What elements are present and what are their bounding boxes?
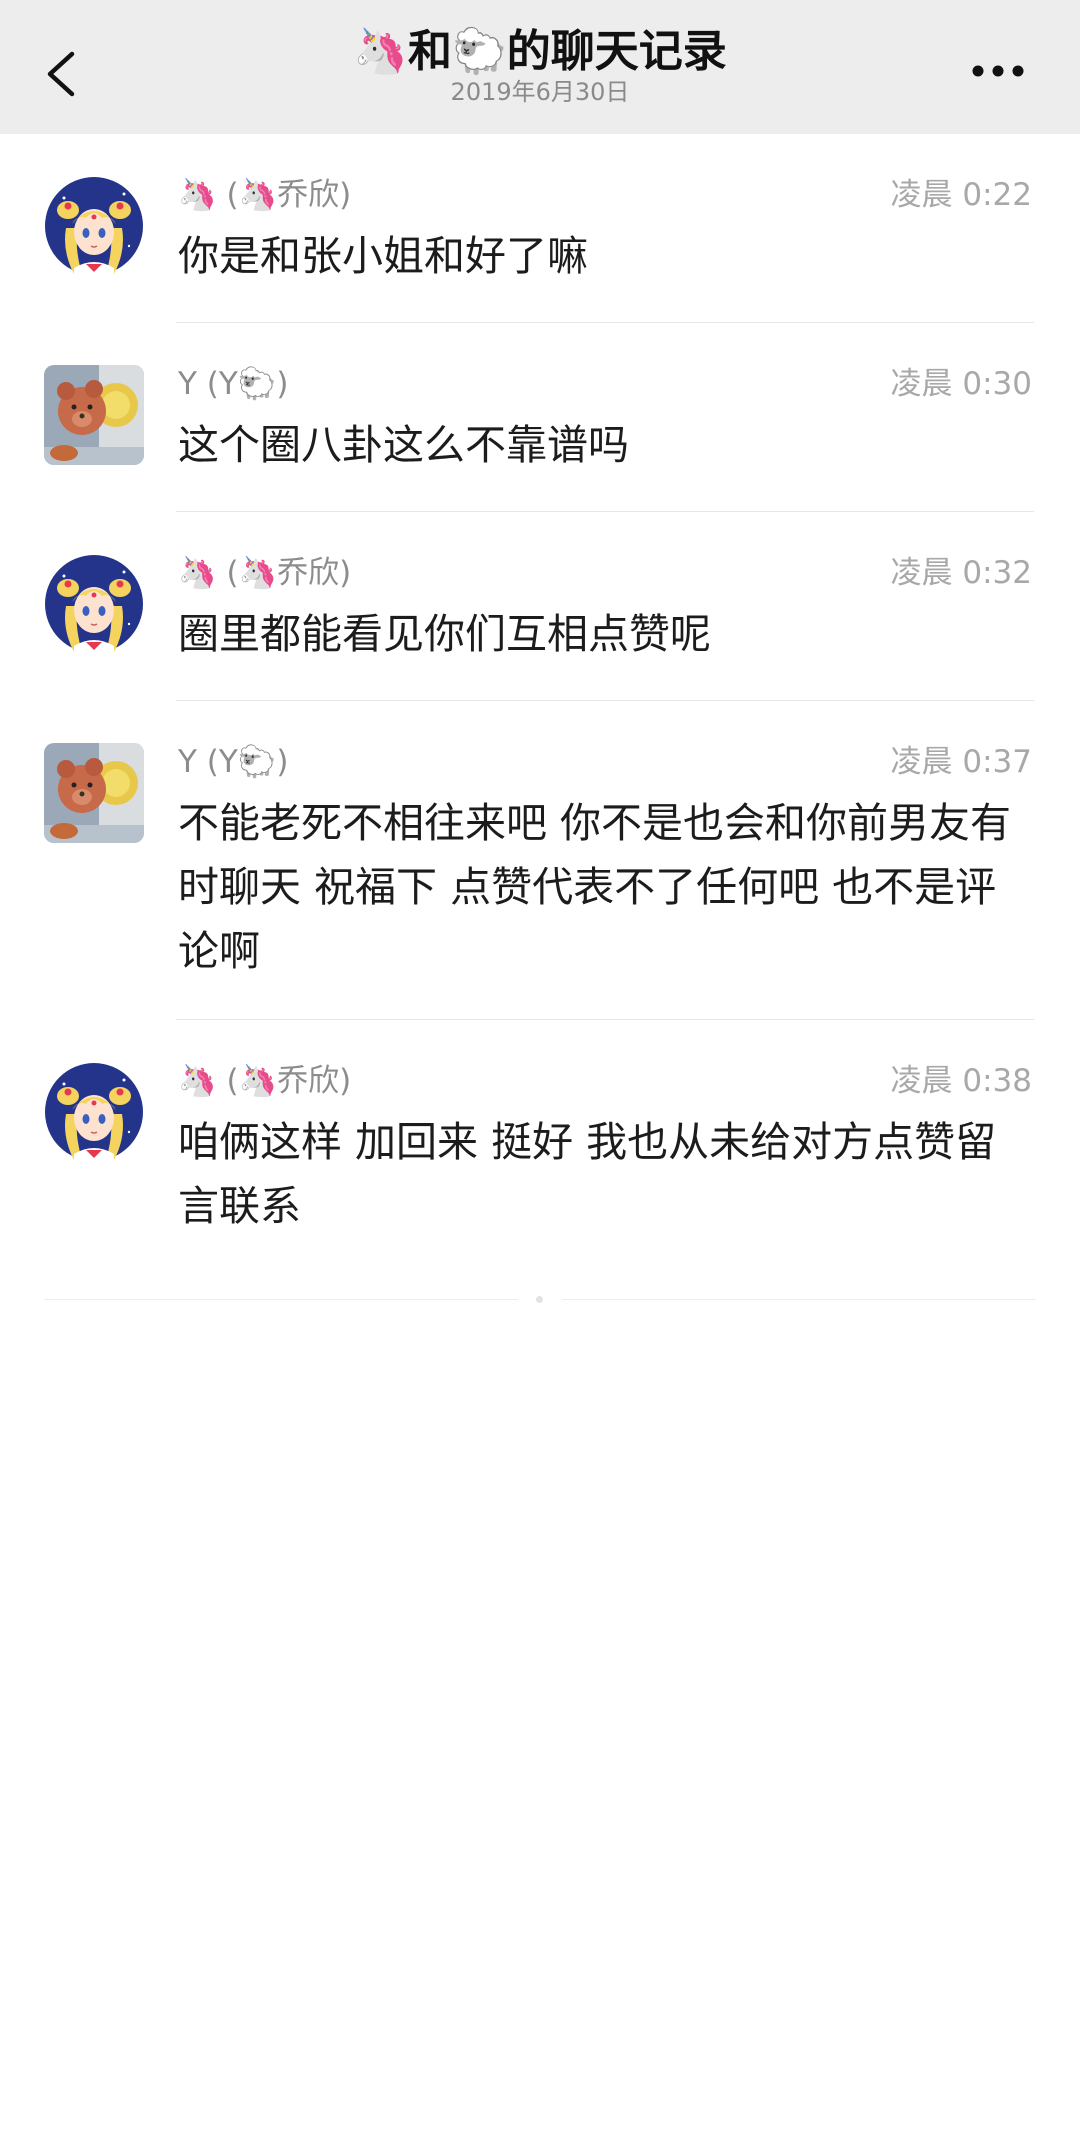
divider-right: [562, 1299, 1036, 1300]
sailor-moon-avatar[interactable]: [44, 554, 144, 654]
message-item[interactable]: Y (Y🐑) 凌晨 0:30 这个圈八卦这么不靠谱吗: [0, 323, 1080, 512]
message-text: 这个圈八卦这么不靠谱吗: [178, 421, 629, 469]
message-text: 咱俩这样 加回来 挺好 我也从未给对方点赞留言联系: [178, 1118, 997, 1230]
sailor-moon-avatar[interactable]: [44, 176, 144, 276]
sender-name: 🦄 (🦄乔欣): [178, 555, 352, 591]
end-of-list-divider: [44, 1296, 1036, 1303]
message-text: 不能老死不相往来吧 你不是也会和你前男友有时聊天 祝福下 点赞代表不了任何吧 也…: [178, 799, 1012, 975]
sender-name: Y (Y🐑): [178, 366, 289, 402]
message-meta: 🦄 (🦄乔欣) 凌晨 0:22: [178, 174, 1032, 216]
message-meta: 🦄 (🦄乔欣) 凌晨 0:38: [178, 1060, 1032, 1102]
sender-name: 🦄 (🦄乔欣): [178, 1063, 352, 1099]
message-time: 凌晨 0:38: [890, 1063, 1032, 1099]
more-dots-icon: [972, 65, 1024, 77]
avatar-image: [44, 1062, 144, 1162]
nav-bar: 🦄和🐑的聊天记录 2019年6月30日: [0, 0, 1080, 134]
avatar-image: [44, 554, 144, 654]
more-button[interactable]: [968, 56, 1028, 86]
divider-dot: [536, 1296, 543, 1303]
page-title: 🦄和🐑的聊天记录: [353, 26, 727, 77]
avatar-image: [44, 365, 144, 465]
message-item[interactable]: Y (Y🐑) 凌晨 0:37 不能老死不相往来吧 你不是也会和你前男友有时聊天 …: [0, 701, 1080, 1020]
message-item[interactable]: 🦄 (🦄乔欣) 凌晨 0:32 圈里都能看见你们互相点赞呢: [0, 512, 1080, 701]
sender-name: 🦄 (🦄乔欣): [178, 177, 352, 213]
back-button[interactable]: [40, 44, 84, 104]
message-time: 凌晨 0:22: [890, 177, 1032, 213]
message-time: 凌晨 0:37: [890, 744, 1032, 780]
avatar-image: [44, 176, 144, 276]
message-time: 凌晨 0:32: [890, 555, 1032, 591]
message-item[interactable]: 🦄 (🦄乔欣) 凌晨 0:38 咱俩这样 加回来 挺好 我也从未给对方点赞留言联…: [0, 1020, 1080, 1280]
chat-history-page: 🦄和🐑的聊天记录 2019年6月30日 🦄 (🦄乔欣) 凌晨 0:22 你是和张…: [0, 0, 1080, 2143]
title-block: 🦄和🐑的聊天记录 2019年6月30日: [240, 22, 840, 108]
sailor-moon-avatar[interactable]: [44, 1062, 144, 1162]
page-date: 2019年6月30日: [450, 78, 630, 106]
message-text: 圈里都能看见你们互相点赞呢: [178, 610, 711, 658]
avatar-image: [44, 743, 144, 843]
bear-photo-avatar[interactable]: [44, 365, 144, 465]
message-list: 🦄 (🦄乔欣) 凌晨 0:22 你是和张小姐和好了嘛 Y (Y🐑) 凌晨 0:3…: [0, 134, 1080, 1280]
message-meta: Y (Y🐑) 凌晨 0:37: [178, 741, 1032, 783]
sender-name: Y (Y🐑): [178, 744, 289, 780]
message-text: 你是和张小姐和好了嘛: [178, 232, 588, 280]
divider-left: [44, 1299, 518, 1300]
message-item[interactable]: 🦄 (🦄乔欣) 凌晨 0:22 你是和张小姐和好了嘛: [0, 134, 1080, 323]
message-time: 凌晨 0:30: [890, 366, 1032, 402]
bear-photo-avatar[interactable]: [44, 743, 144, 843]
chevron-left-icon: [47, 51, 75, 97]
message-meta: Y (Y🐑) 凌晨 0:30: [178, 363, 1032, 405]
message-meta: 🦄 (🦄乔欣) 凌晨 0:32: [178, 552, 1032, 594]
